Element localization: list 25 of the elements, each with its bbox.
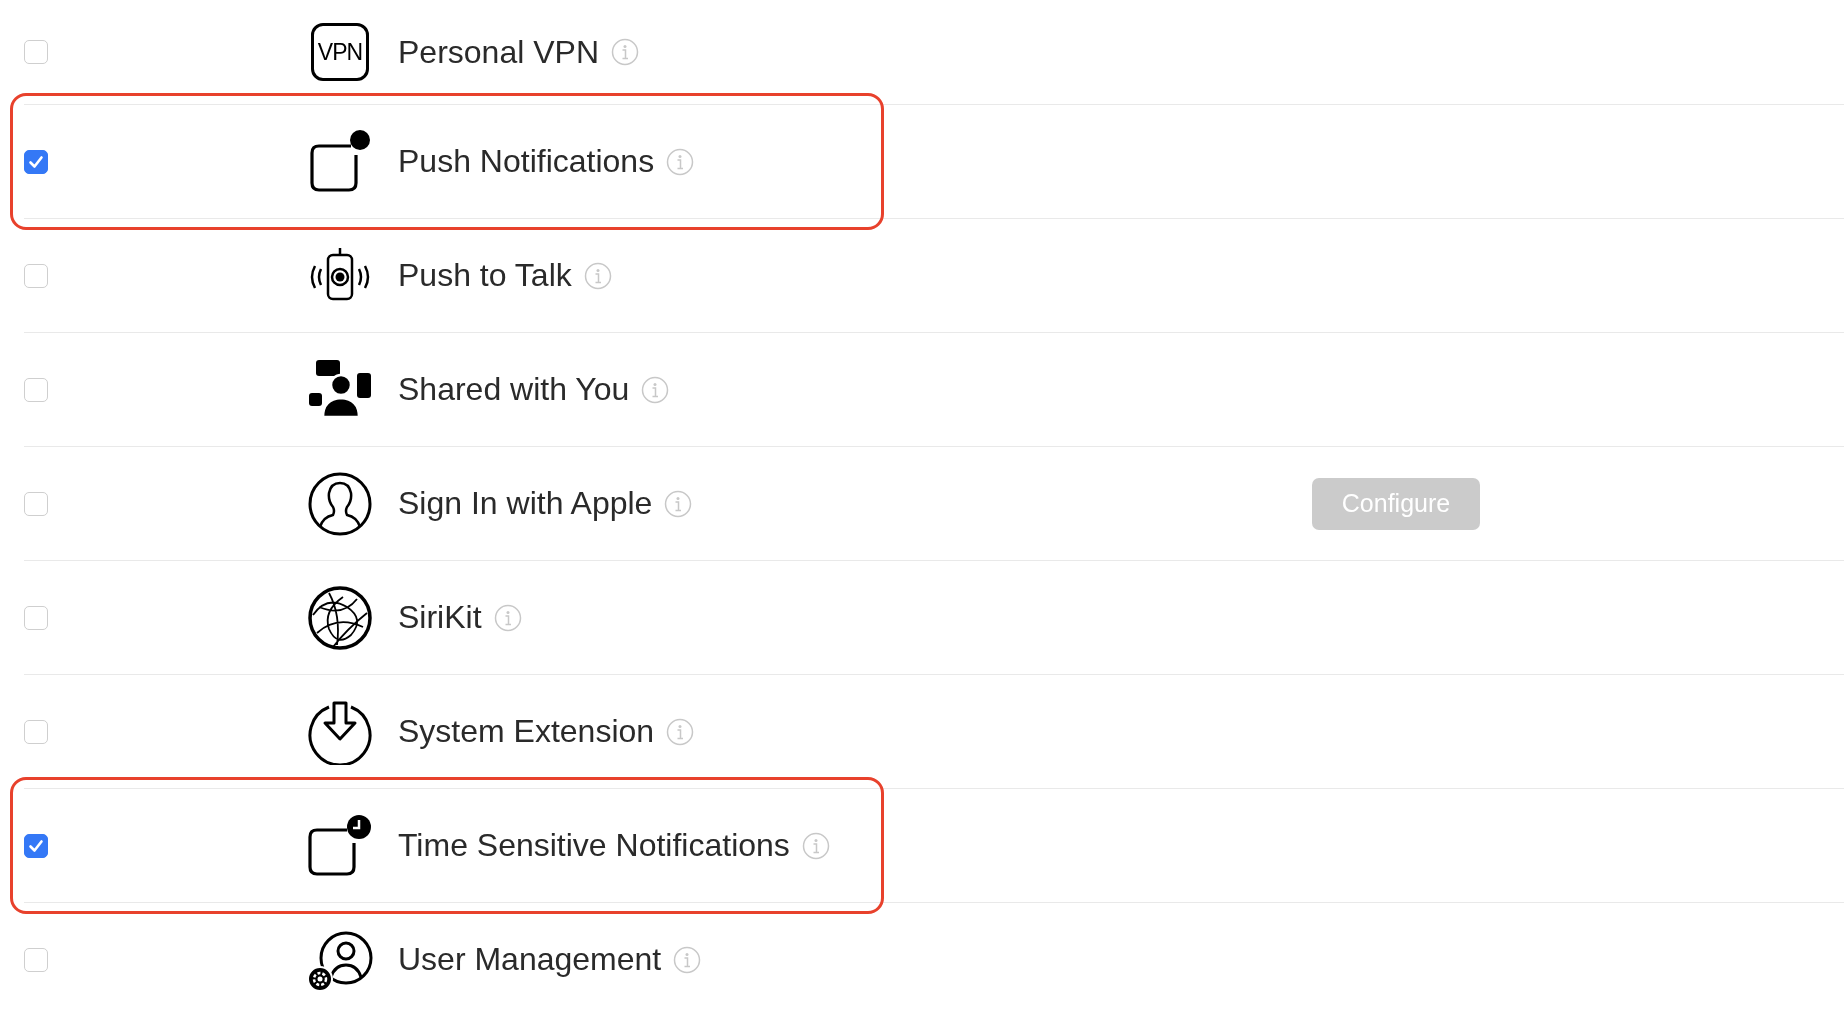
info-icon[interactable] <box>641 375 670 404</box>
capability-label: System Extension <box>398 713 655 750</box>
info-icon[interactable] <box>611 38 639 66</box>
info-icon[interactable] <box>673 945 702 974</box>
info-icon[interactable] <box>801 831 830 860</box>
notification-icon <box>307 128 373 195</box>
info-icon[interactable] <box>583 261 612 290</box>
info-icon[interactable] <box>666 147 695 176</box>
capability-label: Push Notifications <box>398 143 655 180</box>
capability-label: Shared with You <box>398 371 630 408</box>
capability-label: Personal VPN <box>398 33 599 71</box>
info-icon[interactable] <box>666 717 695 746</box>
capability-label: SiriKit <box>398 599 482 636</box>
checkbox[interactable] <box>24 149 48 174</box>
info-icon[interactable] <box>493 603 522 632</box>
capability-label: User Management <box>398 941 662 978</box>
vpn-icon: VPN <box>311 23 369 81</box>
capability-label: Push to Talk <box>398 257 572 294</box>
capability-label: Time Sensitive Notifications <box>398 827 790 864</box>
capability-label: Sign In with Apple <box>398 485 653 522</box>
checkbox[interactable] <box>24 833 48 858</box>
info-icon[interactable] <box>664 489 693 518</box>
person-icon <box>307 470 373 537</box>
notification-clock-icon <box>307 812 373 879</box>
swirl-globe-icon <box>307 584 373 651</box>
